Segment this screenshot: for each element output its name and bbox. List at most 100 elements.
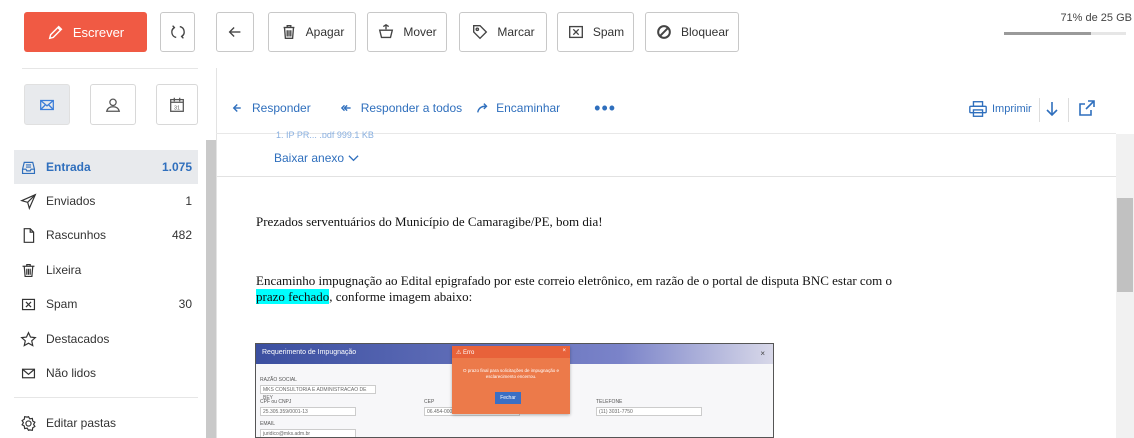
sidebar-item-count: 1 bbox=[185, 194, 192, 208]
tag-button[interactable]: Marcar bbox=[459, 12, 547, 52]
sidebar-item-enviados[interactable]: Enviados 1 bbox=[14, 184, 198, 218]
sidebar-item-label: Destacados bbox=[46, 332, 110, 346]
storage-quota-fill bbox=[1004, 32, 1091, 35]
sidebar-item-lixeira[interactable]: Lixeira bbox=[14, 253, 198, 287]
sidebar-scrollbar[interactable] bbox=[206, 140, 216, 438]
back-button[interactable] bbox=[216, 12, 254, 52]
embedded-field: juridico@mks.adm.br bbox=[260, 429, 356, 437]
edit-folders-link[interactable]: Editar pastas bbox=[14, 406, 198, 438]
more-actions-button[interactable]: ••• bbox=[594, 99, 616, 117]
embedded-error-modal: ⚠ Erro × O prazo final para solicitações… bbox=[452, 346, 570, 414]
message-scrollbar-thumb[interactable] bbox=[1117, 198, 1133, 292]
draft-icon bbox=[20, 226, 38, 244]
embedded-label: CEP bbox=[424, 399, 435, 405]
mail-icon bbox=[40, 99, 54, 110]
toolbar-divider bbox=[1068, 98, 1069, 122]
embedded-title: Requerimento de Impugnação bbox=[262, 349, 357, 356]
sidebar-item-label: Enviados bbox=[46, 194, 96, 208]
arrow-left-icon bbox=[228, 27, 241, 37]
embedded-label: RAZÃO SOCIAL bbox=[260, 377, 297, 383]
reply-all-button[interactable]: Responder a todos bbox=[340, 101, 463, 115]
block-button[interactable]: Bloquear bbox=[645, 12, 739, 52]
star-icon bbox=[20, 330, 38, 348]
move-label: Mover bbox=[403, 25, 437, 39]
sidebar-item-count: 1.075 bbox=[161, 160, 192, 174]
print-button[interactable]: Imprimir bbox=[968, 100, 1032, 118]
embedded-label: CPF ou CNPJ bbox=[260, 399, 292, 405]
sidebar-item-count: 482 bbox=[171, 228, 192, 242]
spam-label: Spam bbox=[592, 25, 625, 39]
sidebar-item-rascunhos[interactable]: Rascunhos 482 bbox=[14, 218, 198, 252]
refresh-icon bbox=[170, 25, 185, 39]
sidebar-item-label: Não lidos bbox=[46, 366, 97, 380]
forward-button[interactable]: Encaminhar bbox=[476, 101, 560, 115]
sidebar-item-label: Spam bbox=[46, 297, 78, 311]
forward-icon bbox=[477, 103, 488, 113]
embedded-field: (11) 3031-7750 bbox=[596, 407, 702, 416]
sidebar-item-count: 30 bbox=[178, 297, 192, 311]
spam-button[interactable]: Spam bbox=[557, 12, 634, 52]
webmail-app: Escrever Apagar Mover Marcar Spam Bloque… bbox=[0, 0, 1134, 438]
spam-icon bbox=[568, 25, 583, 39]
contact-icon bbox=[105, 98, 121, 112]
refresh-button[interactable] bbox=[160, 12, 195, 52]
download-attachment-link[interactable]: Baixar anexo bbox=[274, 151, 359, 165]
block-icon bbox=[657, 25, 671, 39]
calendar-icon: 31 bbox=[170, 97, 184, 112]
gear-icon bbox=[20, 414, 38, 432]
pencil-icon bbox=[48, 25, 63, 40]
block-label: Bloquear bbox=[680, 25, 730, 39]
embedded-screenshot: Requerimento de Impugnação × RAZÃO SOCIA… bbox=[255, 343, 774, 438]
mail-view-button[interactable] bbox=[24, 84, 70, 125]
embedded-close-icon: × bbox=[760, 349, 765, 358]
print-label: Imprimir bbox=[992, 103, 1032, 115]
edit-folders-label: Editar pastas bbox=[46, 416, 117, 430]
attachment-name[interactable]: 1. IP PR... .pdf 999.1 KB bbox=[276, 130, 374, 138]
sidebar-item-label: Entrada bbox=[46, 160, 91, 174]
toolbar-divider bbox=[1039, 98, 1040, 122]
send-icon bbox=[20, 192, 38, 210]
printer-icon bbox=[969, 101, 987, 117]
svg-text:31: 31 bbox=[174, 105, 180, 111]
chevron-down-icon bbox=[348, 154, 359, 161]
message-paragraph: Encaminho impugnação ao Edital epigrafad… bbox=[256, 273, 892, 305]
sidebar-divider-bottom bbox=[14, 397, 198, 398]
body-divider bbox=[216, 176, 1116, 177]
embedded-modal-button: Fechar bbox=[495, 392, 521, 404]
sidebar-item-destacados[interactable]: Destacados bbox=[14, 322, 198, 356]
sidebar-item-spam[interactable]: Spam 30 bbox=[14, 287, 198, 321]
reply-label: Responder bbox=[252, 101, 311, 115]
delete-label: Apagar bbox=[305, 25, 345, 39]
trash-icon bbox=[20, 261, 38, 279]
reply-all-label: Responder a todos bbox=[360, 101, 463, 115]
storage-quota-bar bbox=[1004, 32, 1126, 35]
reply-all-icon bbox=[340, 104, 351, 112]
download-icon[interactable] bbox=[1044, 100, 1060, 118]
message-paragraph-line: Encaminho impugnação ao Edital epigrafad… bbox=[256, 273, 893, 288]
unread-icon bbox=[20, 364, 38, 382]
delete-button[interactable]: Apagar bbox=[268, 12, 356, 52]
embedded-modal-body: O prazo final para solicitações de impug… bbox=[462, 368, 560, 379]
contacts-view-button[interactable] bbox=[90, 84, 136, 125]
sidebar-item-label: Rascunhos bbox=[46, 228, 107, 242]
spam-icon bbox=[20, 295, 38, 313]
move-button[interactable]: Mover bbox=[367, 12, 447, 52]
forward-label: Encaminhar bbox=[496, 101, 561, 115]
popout-icon[interactable] bbox=[1078, 99, 1096, 117]
message-greeting: Prezados serventuários do Município de C… bbox=[256, 214, 603, 229]
embedded-field: MKS CONSULTORIA E ADMINISTRACAO DE BEY bbox=[260, 385, 376, 401]
reply-icon bbox=[232, 104, 241, 112]
compose-button[interactable]: Escrever bbox=[24, 12, 147, 52]
embedded-label: EMAIL bbox=[260, 421, 276, 427]
embedded-modal-close-icon: × bbox=[562, 348, 566, 354]
highlighted-text: prazo fechado bbox=[256, 289, 330, 304]
storage-quota-text: 71% de 25 GB bbox=[1060, 12, 1132, 24]
sidebar-item-entrada[interactable]: Entrada 1.075 bbox=[14, 150, 198, 184]
inbox-icon bbox=[20, 158, 38, 176]
reply-button[interactable]: Responder bbox=[232, 101, 311, 115]
calendar-view-button[interactable]: 31 bbox=[156, 84, 198, 125]
compose-label: Escrever bbox=[72, 24, 125, 40]
move-icon bbox=[379, 23, 394, 39]
sidebar-item-nao-lidos[interactable]: Não lidos bbox=[14, 356, 198, 390]
trash-icon bbox=[283, 25, 295, 39]
